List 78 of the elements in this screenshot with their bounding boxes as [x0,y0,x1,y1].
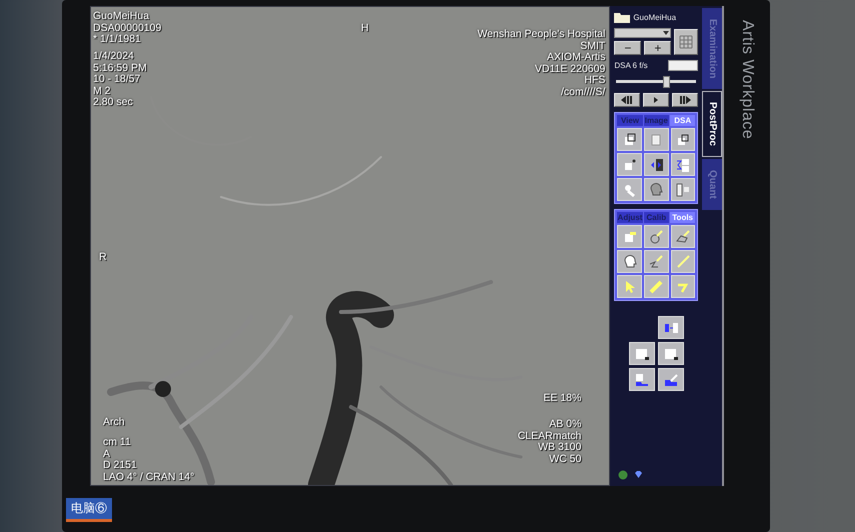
side-tab[interactable]: Examination [702,8,722,90]
group-tab[interactable]: View [617,115,643,126]
tool-button[interactable] [628,368,655,391]
orientation-marker: R [99,252,107,264]
overlay-text: VD11E 220609 [534,64,606,75]
rewind-icon [621,96,634,104]
group-tab[interactable]: Image [644,115,669,126]
group-tab[interactable]: Adjust [617,212,643,223]
tool-button[interactable] [658,342,684,365]
frame-rate-field[interactable] [668,60,698,71]
line-pen-icon [648,254,664,270]
tool-button[interactable] [644,153,669,176]
status-icon [618,470,628,480]
gem-icon [634,470,644,479]
overlay-text: 5:16:59 PM [93,62,147,74]
overlay-text: * 1/1/1981 [93,34,141,46]
monitor-brand-label: Artis Workplace [738,20,756,140]
tool-button[interactable] [670,225,696,248]
overlay-text: D 2151 [103,460,137,472]
play-icon [653,96,660,104]
side-tab[interactable]: PostProc [702,91,722,158]
overlay-text: Wenshan People's Hospital [477,29,606,40]
minus-button[interactable]: − [614,41,642,55]
tool-button[interactable] [617,128,642,151]
overlay-text: AB 0% [549,419,582,430]
tool-button[interactable] [617,250,642,273]
orientation-marker: H [361,23,369,34]
overlay-text: Arch [103,417,125,428]
slider-thumb[interactable] [662,76,670,88]
tool-button[interactable] [658,368,684,391]
overlay-text: EE 18% [543,393,582,404]
tool-button[interactable] [670,153,696,176]
overlay-text: LAO 4° / CRAN 14° [103,472,194,483]
overlay-text: CLEARmatch [518,430,582,442]
folder-icon [662,372,679,388]
tool-button[interactable] [670,128,696,151]
grid-icon [679,34,694,48]
group-tab[interactable]: Calib [644,212,669,223]
head-icon [622,254,638,270]
play-button[interactable] [643,93,670,107]
caret-icon [662,29,670,37]
overlay-text: AXIOM-Artis [546,52,606,64]
forward-button[interactable] [672,93,698,107]
sum-icon [674,156,691,172]
group-tab[interactable]: Tools [670,212,696,223]
overlay-text: HFS [584,75,606,86]
dropdown-field[interactable] [614,28,672,38]
overlay-text: WB 3100 [538,442,582,454]
tool-button[interactable] [658,316,684,339]
overlay-text: /com////S/ [560,86,606,98]
group-tab[interactable]: DSA [670,115,696,126]
asset-sticker: 电脑⑥ [66,498,112,522]
overlay-text: 10 - 18/57 [93,74,140,86]
overlay-text: DSA00000109 [93,22,162,34]
overlay-text: 1/4/2024 [93,51,134,62]
ruler-icon [648,278,664,294]
tool-button[interactable] [644,250,669,273]
circle-pen-icon [648,228,664,244]
side-tab[interactable]: Quant [702,159,722,210]
overlay-text: SMIT [580,40,606,52]
tool-button[interactable] [644,225,669,248]
frame-rate-label: DSA 6 f/s [614,61,648,70]
polygon-pen-icon [674,228,691,244]
overlay-text: A [103,448,110,460]
overlay-text: M 2 [93,86,111,97]
forward-icon [679,96,692,104]
grid-button[interactable] [674,28,698,54]
folder-icon [614,12,630,23]
plus-button[interactable]: + [644,41,672,55]
overlay-text: 2.80 sec [93,97,133,108]
patient-name: GuoMeiHua [633,13,676,22]
folder-icon [634,372,650,388]
tool-button[interactable] [628,342,655,365]
overlay-text: cm 11 [103,437,131,448]
rewind-button[interactable] [614,93,640,107]
overlay-text: GuoMeiHua [93,11,150,22]
head-icon [648,182,664,198]
overlay-text: WC 50 [549,454,582,465]
